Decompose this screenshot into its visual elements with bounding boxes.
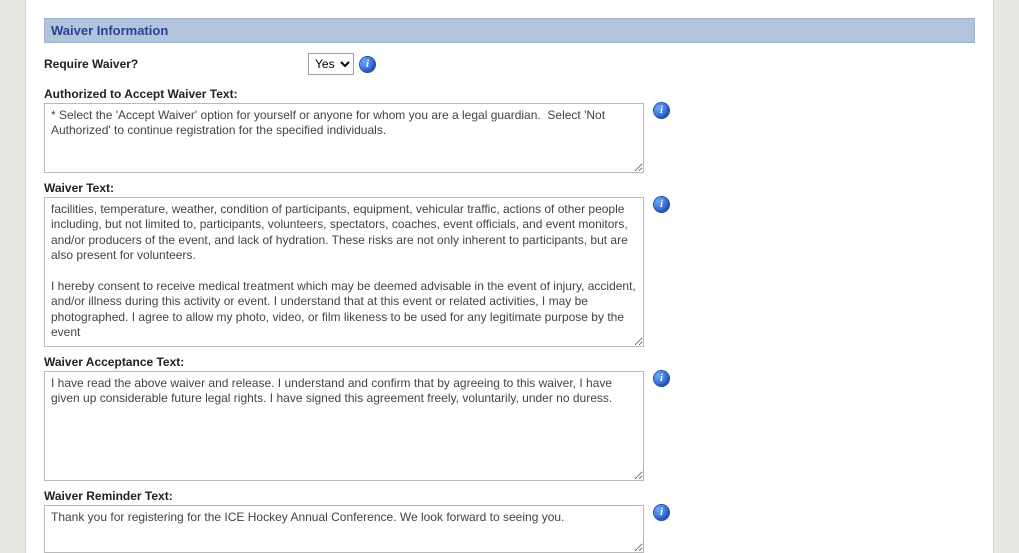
- acceptance-label: Waiver Acceptance Text:: [44, 355, 975, 369]
- waiver-text-block: Waiver Text: i: [44, 181, 975, 347]
- section-title: Waiver Information: [51, 23, 168, 38]
- require-waiver-label: Require Waiver?: [44, 57, 138, 71]
- authorized-textarea[interactable]: [44, 103, 644, 173]
- authorized-label: Authorized to Accept Waiver Text:: [44, 87, 975, 101]
- require-waiver-select[interactable]: YesNo: [308, 53, 354, 75]
- section-header: Waiver Information: [44, 18, 975, 43]
- reminder-block: Waiver Reminder Text: i: [44, 489, 975, 553]
- waiver-text-label: Waiver Text:: [44, 181, 975, 195]
- reminder-label: Waiver Reminder Text:: [44, 489, 975, 503]
- reminder-textarea[interactable]: [44, 505, 644, 553]
- acceptance-block: Waiver Acceptance Text: i: [44, 355, 975, 481]
- form-panel: Waiver Information Require Waiver? YesNo…: [25, 0, 994, 553]
- info-icon[interactable]: i: [654, 103, 669, 118]
- acceptance-textarea[interactable]: [44, 371, 644, 481]
- authorized-block: Authorized to Accept Waiver Text: i: [44, 87, 975, 173]
- require-waiver-row: Require Waiver? YesNo i: [44, 43, 975, 79]
- info-icon[interactable]: i: [360, 57, 375, 72]
- info-icon[interactable]: i: [654, 371, 669, 386]
- waiver-text-textarea[interactable]: [44, 197, 644, 347]
- info-icon[interactable]: i: [654, 505, 669, 520]
- info-icon[interactable]: i: [654, 197, 669, 212]
